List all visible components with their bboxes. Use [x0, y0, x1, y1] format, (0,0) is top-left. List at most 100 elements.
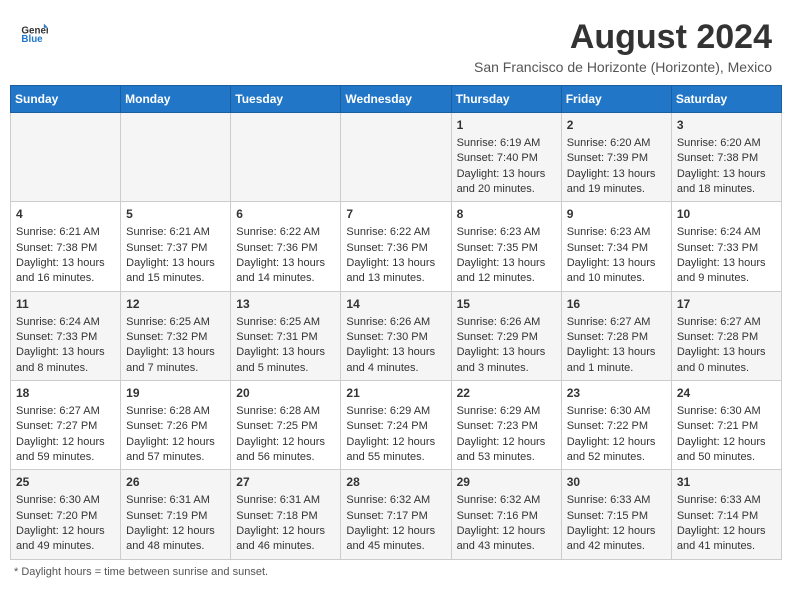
daylight-text: Daylight: 13 hours and 7 minutes.: [126, 346, 215, 373]
calendar-cell: 16Sunrise: 6:27 AMSunset: 7:28 PMDayligh…: [561, 291, 671, 380]
sunrise-text: Sunrise: 6:30 AM: [567, 405, 651, 417]
sunrise-text: Sunrise: 6:33 AM: [567, 494, 651, 506]
calendar-week-row: 4Sunrise: 6:21 AMSunset: 7:38 PMDaylight…: [11, 202, 782, 291]
sunset-text: Sunset: 7:29 PM: [457, 331, 538, 343]
day-number: 26: [126, 474, 225, 491]
calendar-cell: 6Sunrise: 6:22 AMSunset: 7:36 PMDaylight…: [231, 202, 341, 291]
sunset-text: Sunset: 7:40 PM: [457, 152, 538, 164]
calendar-cell: 13Sunrise: 6:25 AMSunset: 7:31 PMDayligh…: [231, 291, 341, 380]
sunset-text: Sunset: 7:19 PM: [126, 510, 207, 522]
sunrise-text: Sunrise: 6:20 AM: [677, 137, 761, 149]
daylight-text: Daylight: 12 hours and 59 minutes.: [16, 436, 105, 463]
day-number: 2: [567, 117, 666, 134]
sunset-text: Sunset: 7:35 PM: [457, 242, 538, 254]
calendar-cell: 11Sunrise: 6:24 AMSunset: 7:33 PMDayligh…: [11, 291, 121, 380]
calendar-cell: 15Sunrise: 6:26 AMSunset: 7:29 PMDayligh…: [451, 291, 561, 380]
calendar-header-row: SundayMondayTuesdayWednesdayThursdayFrid…: [11, 86, 782, 113]
logo-icon: General Blue: [20, 18, 48, 46]
sunrise-text: Sunrise: 6:23 AM: [457, 226, 541, 238]
day-number: 17: [677, 296, 776, 313]
sunrise-text: Sunrise: 6:30 AM: [677, 405, 761, 417]
sunset-text: Sunset: 7:34 PM: [567, 242, 648, 254]
sunrise-text: Sunrise: 6:27 AM: [677, 316, 761, 328]
calendar-week-row: 11Sunrise: 6:24 AMSunset: 7:33 PMDayligh…: [11, 291, 782, 380]
sunrise-text: Sunrise: 6:24 AM: [677, 226, 761, 238]
calendar-cell: [341, 113, 451, 202]
sunrise-text: Sunrise: 6:32 AM: [346, 494, 430, 506]
sunrise-text: Sunrise: 6:22 AM: [236, 226, 320, 238]
calendar-cell: [11, 113, 121, 202]
sunset-text: Sunset: 7:23 PM: [457, 420, 538, 432]
sunrise-text: Sunrise: 6:26 AM: [346, 316, 430, 328]
page-header: General Blue August 2024 San Francisco d…: [10, 10, 782, 79]
daylight-text: Daylight: 12 hours and 53 minutes.: [457, 436, 546, 463]
calendar-week-row: 1 Sunrise: 6:19 AM Sunset: 7:40 PM Daylight…: [11, 113, 782, 202]
sunset-text: Sunset: 7:36 PM: [346, 242, 427, 254]
daylight-text: Daylight: 13 hours and 18 minutes.: [677, 168, 766, 195]
sunrise-text: Sunrise: 6:28 AM: [126, 405, 210, 417]
sunrise-text: Sunrise: 6:31 AM: [126, 494, 210, 506]
day-number: 21: [346, 385, 445, 402]
day-number: 13: [236, 296, 335, 313]
calendar-cell: 21Sunrise: 6:29 AMSunset: 7:24 PMDayligh…: [341, 381, 451, 470]
sunset-text: Sunset: 7:33 PM: [677, 242, 758, 254]
day-number: 6: [236, 206, 335, 223]
calendar-cell: 4Sunrise: 6:21 AMSunset: 7:38 PMDaylight…: [11, 202, 121, 291]
calendar-cell: 9Sunrise: 6:23 AMSunset: 7:34 PMDaylight…: [561, 202, 671, 291]
sunrise-text: Sunrise: 6:21 AM: [126, 226, 210, 238]
calendar-cell: 12Sunrise: 6:25 AMSunset: 7:32 PMDayligh…: [121, 291, 231, 380]
sunrise-text: Sunrise: 6:25 AM: [126, 316, 210, 328]
day-of-week-header: Monday: [121, 86, 231, 113]
day-number: 22: [457, 385, 556, 402]
svg-text:Blue: Blue: [21, 34, 43, 45]
calendar-cell: 10Sunrise: 6:24 AMSunset: 7:33 PMDayligh…: [671, 202, 781, 291]
day-number: 14: [346, 296, 445, 313]
day-number: 25: [16, 474, 115, 491]
sunset-text: Sunset: 7:24 PM: [346, 420, 427, 432]
sunset-text: Sunset: 7:28 PM: [567, 331, 648, 343]
calendar-cell: 27Sunrise: 6:31 AMSunset: 7:18 PMDayligh…: [231, 470, 341, 559]
daylight-text: Daylight: 13 hours and 4 minutes.: [346, 346, 435, 373]
sunrise-text: Sunrise: 6:23 AM: [567, 226, 651, 238]
sunrise-text: Sunrise: 6:30 AM: [16, 494, 100, 506]
daylight-text: Daylight: 12 hours and 52 minutes.: [567, 436, 656, 463]
sunset-text: Sunset: 7:20 PM: [16, 510, 97, 522]
sunset-text: Sunset: 7:22 PM: [567, 420, 648, 432]
daylight-text: Daylight: 13 hours and 10 minutes.: [567, 257, 656, 284]
sunset-text: Sunset: 7:30 PM: [346, 331, 427, 343]
sunset-text: Sunset: 7:25 PM: [236, 420, 317, 432]
daylight-text: Daylight: 13 hours and 20 minutes.: [457, 168, 546, 195]
calendar-week-row: 18Sunrise: 6:27 AMSunset: 7:27 PMDayligh…: [11, 381, 782, 470]
sunrise-text: Sunrise: 6:20 AM: [567, 137, 651, 149]
sunrise-text: Sunrise: 6:22 AM: [346, 226, 430, 238]
day-number: 23: [567, 385, 666, 402]
calendar-cell: 3Sunrise: 6:20 AMSunset: 7:38 PMDaylight…: [671, 113, 781, 202]
calendar-cell: 29Sunrise: 6:32 AMSunset: 7:16 PMDayligh…: [451, 470, 561, 559]
sunset-text: Sunset: 7:18 PM: [236, 510, 317, 522]
sunrise-text: Sunrise: 6:19 AM: [457, 137, 541, 149]
day-number: 1: [457, 117, 556, 134]
day-number: 20: [236, 385, 335, 402]
day-number: 12: [126, 296, 225, 313]
sunset-text: Sunset: 7:21 PM: [677, 420, 758, 432]
daylight-text: Daylight: 13 hours and 13 minutes.: [346, 257, 435, 284]
daylight-text: Daylight: 13 hours and 16 minutes.: [16, 257, 105, 284]
sunset-text: Sunset: 7:39 PM: [567, 152, 648, 164]
calendar-cell: 24Sunrise: 6:30 AMSunset: 7:21 PMDayligh…: [671, 381, 781, 470]
sunrise-text: Sunrise: 6:31 AM: [236, 494, 320, 506]
day-number: 4: [16, 206, 115, 223]
calendar-cell: 14 Sunrise: 6:26 AM Sunset: 7:30 PM Dayligh…: [341, 291, 451, 380]
month-title: August 2024: [474, 18, 772, 57]
sunrise-text: Sunrise: 6:27 AM: [16, 405, 100, 417]
logo: General Blue: [20, 18, 48, 46]
sunset-text: Sunset: 7:33 PM: [16, 331, 97, 343]
sunset-text: Sunset: 7:31 PM: [236, 331, 317, 343]
sunset-text: Sunset: 7:27 PM: [16, 420, 97, 432]
calendar-cell: 25Sunrise: 6:30 AMSunset: 7:20 PMDayligh…: [11, 470, 121, 559]
daylight-text: Daylight: 13 hours and 15 minutes.: [126, 257, 215, 284]
sunset-text: Sunset: 7:16 PM: [457, 510, 538, 522]
calendar-cell: 28Sunrise: 6:32 AMSunset: 7:17 PMDayligh…: [341, 470, 451, 559]
day-number: 7: [346, 206, 445, 223]
daylight-text: Daylight: 13 hours and 14 minutes.: [236, 257, 325, 284]
daylight-text: Daylight: 12 hours and 50 minutes.: [677, 436, 766, 463]
